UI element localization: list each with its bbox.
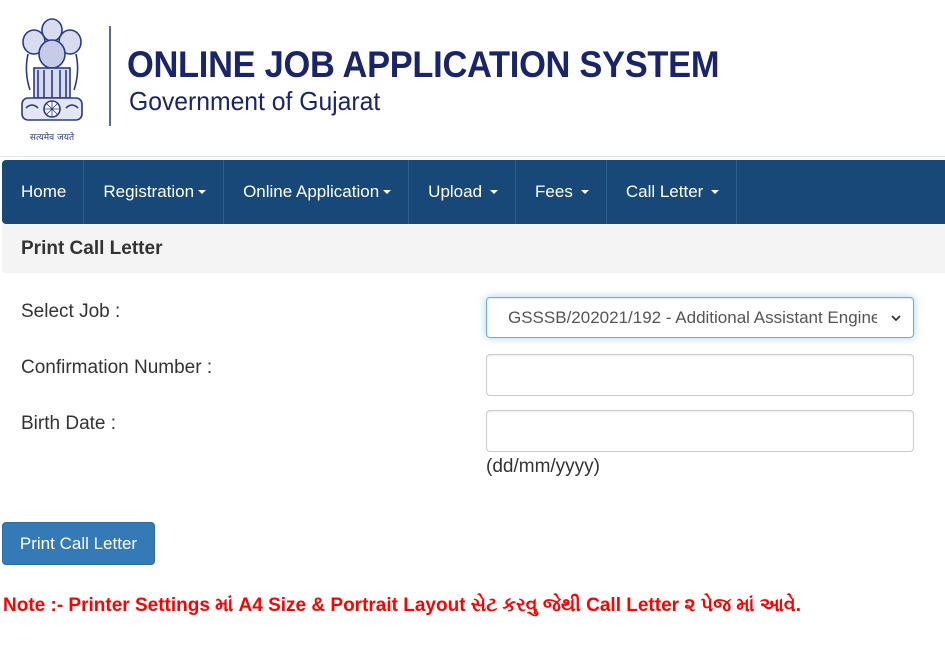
select-job-value: GSSSB/202021/192 - Additional Assistant … [508, 307, 877, 327]
site-subtitle: Government of Gujarat [129, 86, 381, 116]
nav-item-label: Home [21, 182, 67, 201]
confirmation-number-input[interactable] [486, 354, 914, 396]
nav-item-home[interactable]: Home [2, 160, 85, 224]
main-navbar: Home Registration Online Application Upl… [2, 160, 945, 224]
header-divider [109, 26, 111, 126]
nav-item-registration[interactable]: Registration [84, 160, 225, 224]
nav-item-upload[interactable]: Upload [409, 160, 517, 224]
page-title: Print Call Letter [21, 238, 163, 259]
nav-item-label: Call Letter [625, 182, 704, 201]
national-emblem-icon: सत्यमेव जयते [21, 18, 83, 143]
select-job-dropdown[interactable]: GSSSB/202021/192 - Additional Assistant … [486, 297, 914, 338]
printer-settings-note: Note :- Printer Settings માં A4 Size & P… [3, 595, 801, 616]
nav-item-call-letter[interactable]: Call Letter [607, 160, 738, 224]
birth-date-format-hint: (dd/mm/yyyy) [486, 456, 600, 477]
caret-down-icon [383, 190, 392, 194]
nav-item-label: Registration [103, 182, 195, 201]
chevron-down-icon [891, 314, 901, 321]
birth-date-label: Birth Date : [21, 413, 117, 434]
panel-heading: Print Call Letter [2, 224, 945, 273]
nav-item-label: Online Application [243, 182, 380, 201]
caret-down-icon [580, 190, 589, 194]
nav-item-fees[interactable]: Fees [516, 160, 607, 224]
print-call-letter-button[interactable]: Print Call Letter [2, 522, 155, 565]
confirmation-number-label: Confirmation Number : [21, 357, 213, 378]
select-job-label: Select Job : [21, 301, 121, 322]
nav-item-online-application[interactable]: Online Application [224, 160, 410, 224]
site-header: सत्यमेव जयते ONLINE JOB APPLICATION SYST… [0, 0, 945, 160]
nav-item-label: Upload [428, 182, 483, 201]
header-separator [0, 156, 945, 157]
caret-down-icon [711, 190, 720, 194]
nav-item-label: Fees [535, 182, 573, 201]
caret-down-icon [490, 190, 499, 194]
site-title: ONLINE JOB APPLICATION SYSTEM [127, 44, 720, 85]
birth-date-input[interactable] [486, 410, 914, 452]
caret-down-icon [198, 190, 207, 194]
emblem-motto: सत्यमेव जयते [30, 131, 75, 143]
